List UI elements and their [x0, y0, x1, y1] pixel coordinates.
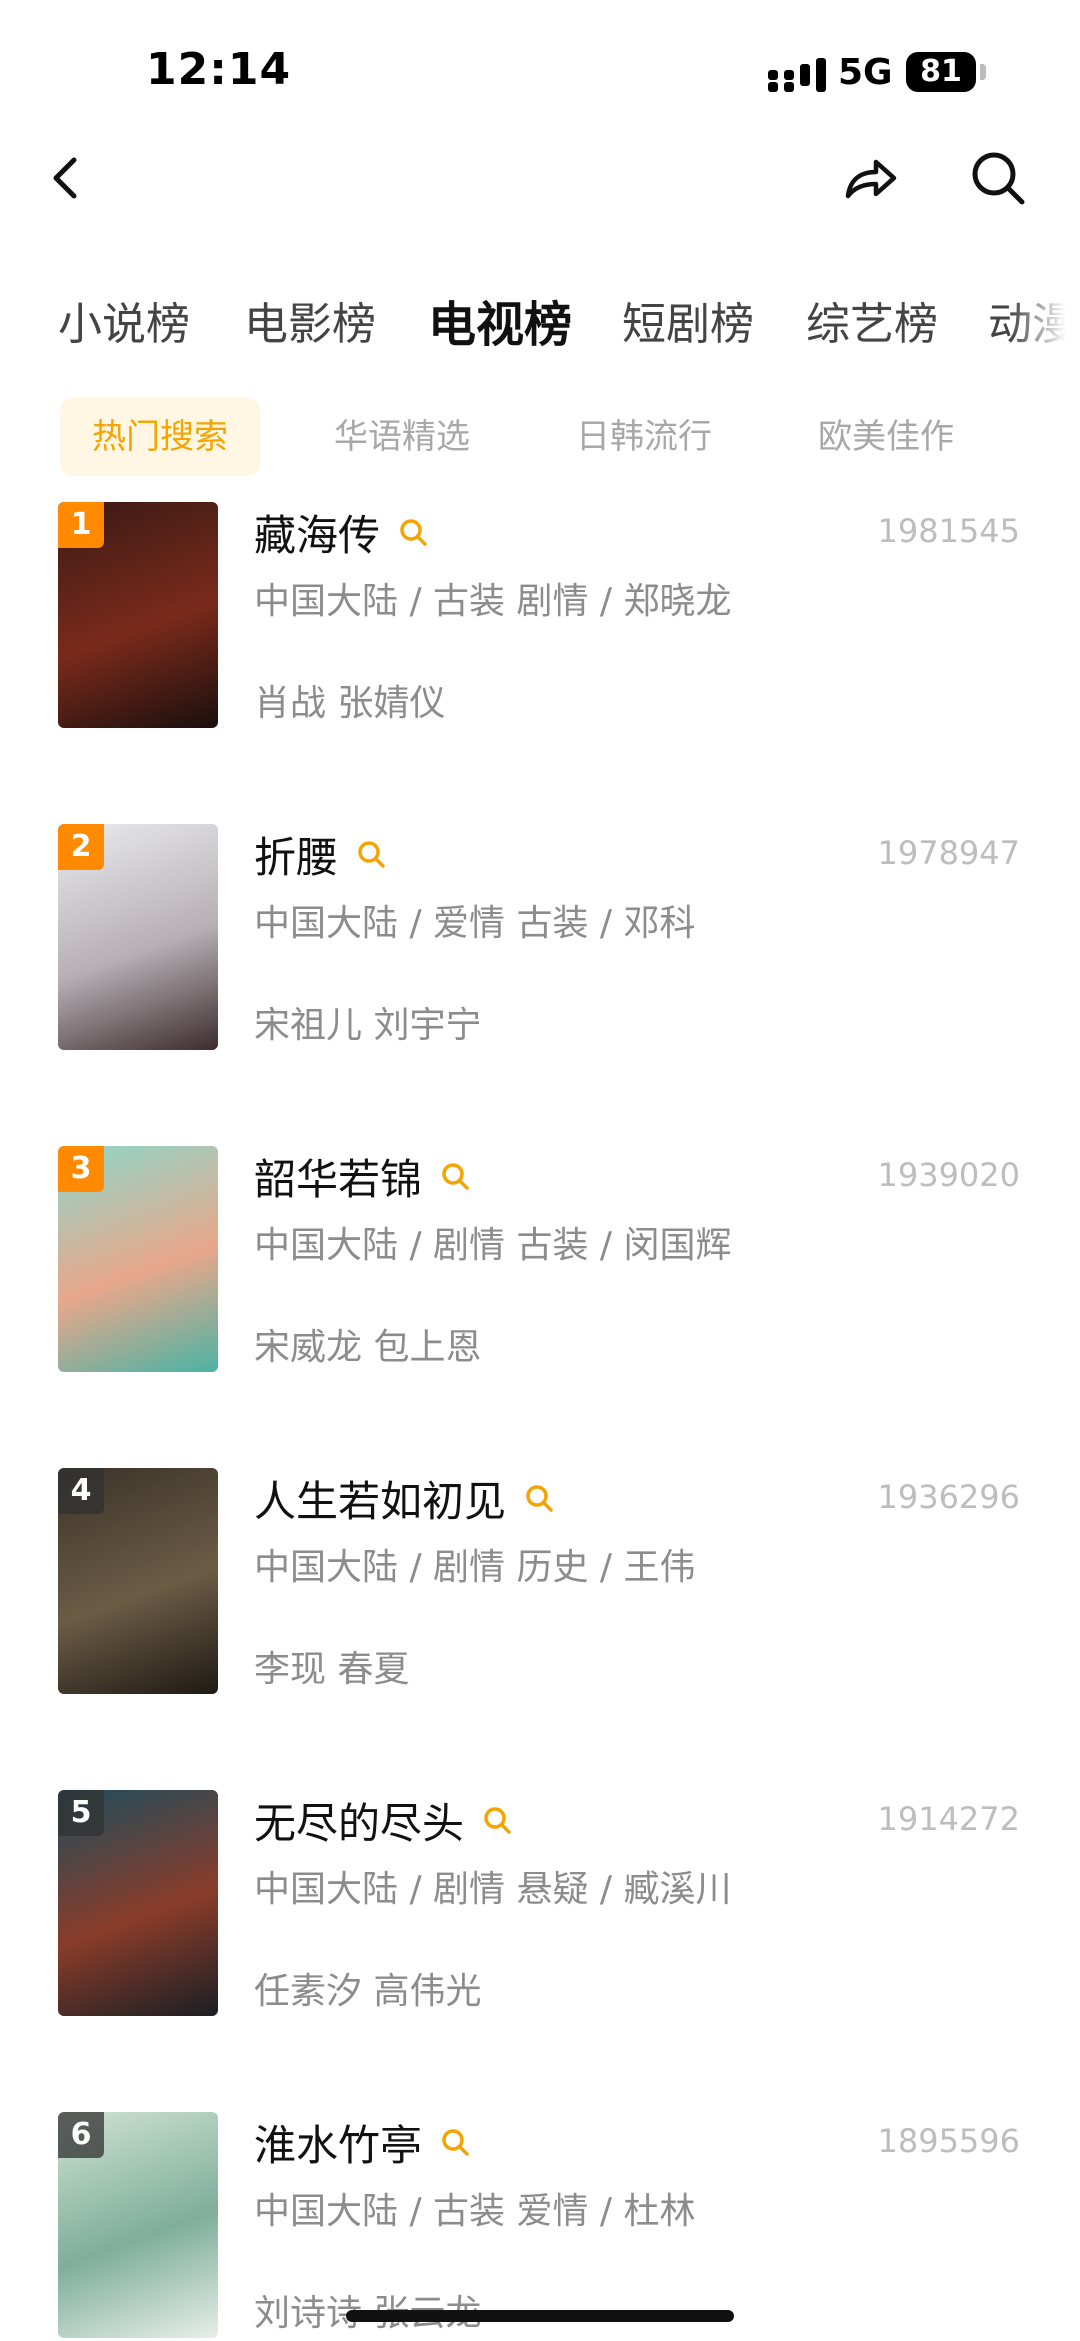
- search-count: 1939020: [877, 1156, 1020, 1194]
- show-title[interactable]: 韶华若锦: [254, 1146, 422, 1207]
- show-meta: 中国大陆 / 剧情 历史 / 王伟: [254, 1547, 696, 1588]
- show-cast: 任素汐 高伟光: [254, 1971, 482, 2012]
- search-count: 1914272: [877, 1800, 1020, 1838]
- show-title[interactable]: 藏海传: [254, 502, 380, 563]
- search-icon[interactable]: [440, 1161, 470, 1191]
- show-meta: 中国大陆 / 古装 剧情 / 郑晓龙: [254, 581, 732, 622]
- search-icon[interactable]: [524, 1483, 554, 1513]
- battery-tip: [980, 64, 986, 80]
- show-title[interactable]: 淮水竹亭: [254, 2112, 422, 2173]
- network-type: 5G: [838, 52, 893, 93]
- battery-level: 81: [920, 54, 962, 89]
- search-count: 1978947: [877, 834, 1020, 872]
- list-item[interactable]: 2 折腰 1978947 中国大陆 / 爱情 古装 / 邓科 宋祖儿 刘宇宁: [0, 824, 1080, 1054]
- status-bar: 12:14 5G 81: [0, 0, 1080, 140]
- subtab-chinese-picks[interactable]: 华语精选: [302, 398, 502, 476]
- search-icon[interactable]: [398, 517, 428, 547]
- search-count: 1895596: [877, 2122, 1020, 2160]
- category-tabs: 小说榜 电影榜 电视榜 短剧榜 综艺榜 动漫: [0, 290, 1080, 370]
- subtab-jp-kr[interactable]: 日韩流行: [544, 398, 744, 476]
- show-meta: 中国大陆 / 剧情 古装 / 闵国辉: [254, 1225, 732, 1266]
- title-row[interactable]: 藏海传: [254, 502, 428, 562]
- search-icon[interactable]: [966, 146, 1030, 210]
- show-cast: 肖战 张婧仪: [254, 683, 446, 724]
- show-meta: 中国大陆 / 爱情 古装 / 邓科: [254, 903, 696, 944]
- search-icon[interactable]: [482, 1805, 512, 1835]
- list-item[interactable]: 1 藏海传 1981545 中国大陆 / 古装 剧情 / 郑晓龙 肖战 张婧仪: [0, 502, 1080, 732]
- list-item[interactable]: 4 人生若如初见 1936296 中国大陆 / 剧情 历史 / 王伟 李现 春夏: [0, 1468, 1080, 1698]
- title-row[interactable]: 韶华若锦: [254, 1146, 470, 1206]
- list-item[interactable]: 3 韶华若锦 1939020 中国大陆 / 剧情 古装 / 闵国辉 宋威龙 包上…: [0, 1146, 1080, 1376]
- rank-badge: 3: [58, 1146, 104, 1192]
- home-indicator: [346, 2310, 734, 2322]
- tab-tv[interactable]: 电视榜: [428, 290, 572, 360]
- list-item[interactable]: 6 淮水竹亭 1895596 中国大陆 / 古装 爱情 / 杜林 刘诗诗 张云龙: [0, 2112, 1080, 2341]
- share-arrow-icon[interactable]: [838, 146, 902, 210]
- tab-short-drama[interactable]: 短剧榜: [622, 290, 754, 360]
- battery-icon: 81: [906, 52, 976, 92]
- rank-badge: 2: [58, 824, 104, 870]
- list-item[interactable]: 5 无尽的尽头 1914272 中国大陆 / 剧情 悬疑 / 臧溪川 任素汐 高…: [0, 1790, 1080, 2020]
- show-title[interactable]: 无尽的尽头: [254, 1790, 464, 1851]
- chevron-left-icon[interactable]: [36, 146, 100, 210]
- subtab-western[interactable]: 欧美佳作: [786, 398, 986, 476]
- search-icon[interactable]: [356, 839, 386, 869]
- search-count: 1981545: [877, 512, 1020, 550]
- title-row[interactable]: 折腰: [254, 824, 386, 884]
- subtab-hot-search[interactable]: 热门搜索: [60, 398, 260, 476]
- title-row[interactable]: 淮水竹亭: [254, 2112, 470, 2172]
- status-time: 12:14: [146, 44, 292, 95]
- tab-novel[interactable]: 小说榜: [58, 290, 190, 360]
- show-title[interactable]: 折腰: [254, 824, 338, 885]
- rank-badge: 4: [58, 1468, 104, 1514]
- rank-badge: 5: [58, 1790, 104, 1836]
- tv-ranking-page: 12:14 5G 81 小说榜 电影榜 电视榜 短剧榜 综艺榜 动漫 热门搜索 …: [0, 0, 1080, 2341]
- show-cast: 李现 春夏: [254, 1649, 410, 1690]
- show-title[interactable]: 人生若如初见: [254, 1468, 506, 1529]
- show-meta: 中国大陆 / 古装 爱情 / 杜林: [254, 2191, 696, 2232]
- rank-badge: 6: [58, 2112, 104, 2158]
- search-icon[interactable]: [440, 2127, 470, 2157]
- show-cast: 宋祖儿 刘宇宁: [254, 1005, 482, 1046]
- tab-movie[interactable]: 电影榜: [244, 290, 376, 360]
- search-count: 1936296: [877, 1478, 1020, 1516]
- show-meta: 中国大陆 / 剧情 悬疑 / 臧溪川: [254, 1869, 732, 1910]
- signal-icon: [768, 58, 826, 92]
- show-cast: 宋威龙 包上恩: [254, 1327, 482, 1368]
- tab-variety[interactable]: 综艺榜: [806, 290, 938, 360]
- title-row[interactable]: 人生若如初见: [254, 1468, 554, 1528]
- title-row[interactable]: 无尽的尽头: [254, 1790, 512, 1850]
- rank-badge: 1: [58, 502, 104, 548]
- tabs-fade: [1010, 290, 1080, 370]
